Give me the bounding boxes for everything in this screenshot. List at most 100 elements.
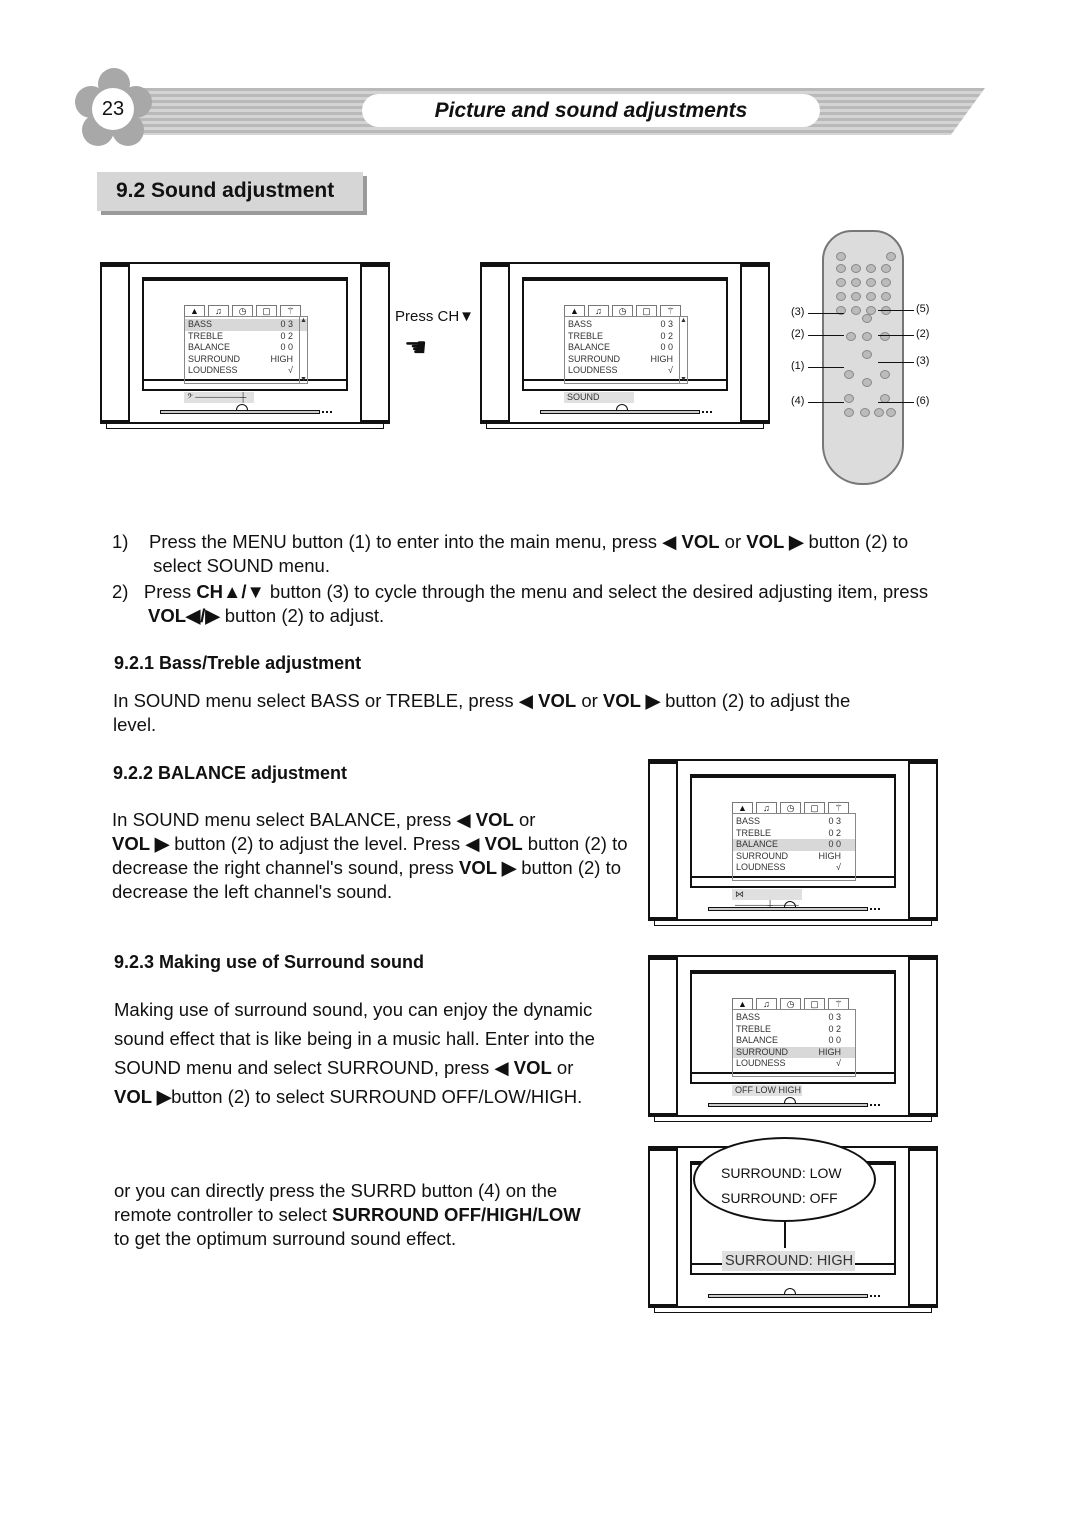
menu-row: BALANCE 0 0 [185,342,307,354]
menu-row-label: BASS [188,319,213,329]
remote-control-image [822,230,904,485]
remote-callout-label: (3) [791,306,805,318]
tv-frame-part [784,901,796,908]
bold-text: VOL◀/▶ [147,605,220,626]
remote-button [836,264,846,273]
tv-surround-popup: SURROUND: LOW SURROUND: OFF SURROUND: HIGH [648,1137,938,1314]
menu-row-label: BALANCE [736,839,779,850]
text-segment: Making use of surround sound, you can en… [114,999,593,1020]
balance-heading: 9.2.2 BALANCE adjustment [113,763,348,783]
text-segment: sound effect that is like being in a mus… [114,1028,595,1049]
menu-row-label: BASS [736,1012,761,1022]
menu-row-label: BASS [568,319,593,329]
tv-frame-part: ▲ ♫ ◷ ▢ ⚚ BASS 0 3 TREBLE 0 2 BALANCE 0 0 SURROUND H… [142,277,348,403]
remote-button [862,350,872,359]
menu-tabs: ▲ ♫ ◷ ▢ ⚚ [564,305,681,316]
remote-callout-label: (1) [791,360,805,372]
tv-frame-part [784,1288,796,1295]
menu-row: BALANCE 0 0 [565,342,687,354]
remote-button [862,332,872,341]
text-segment: decrease the left channel's sound. [112,881,393,902]
menu-row-value: 0 2 [828,1023,841,1034]
menu-tab-icon: ♫ [208,305,229,316]
text-segment: 2) Press [112,581,197,602]
bold-text: VOL ▶ [459,857,517,878]
text-segment: button (2) to [803,531,909,552]
menu-row: SURROUND HIGH [733,1046,855,1059]
remote-button [862,314,872,323]
bass-line: level. [113,713,156,737]
menu-row: TREBLE 0 2 [185,331,307,343]
callout-line [808,402,844,403]
menu-row-value: HIGH [818,1046,842,1057]
tv-frame-part [870,908,880,911]
bass-line: In SOUND menu select BASS or TREBLE, pre… [113,689,850,713]
bold-text: VOL [484,833,523,854]
tv-frame-part [654,1117,932,1122]
remote-button [881,278,891,287]
balance-line: VOL ▶ button (2) to adjust the level. Pr… [112,832,628,856]
text-segment: In SOUND menu select BALANCE, press ◀ [112,809,476,830]
text-segment: In SOUND menu select BASS or TREBLE, pre… [113,690,539,711]
bold-text: VOL [538,690,577,711]
menu-row: BASS 0 3 [733,1012,855,1024]
text-segment: or you can directly press the SURRD butt… [114,1180,558,1201]
menu-row: BALANCE 0 0 [733,839,855,851]
bass-heading: 9.2.1 Bass/Treble adjustment [114,653,362,673]
menu-row-value: 0 3 [660,319,673,329]
menu-row-label: LOUDNESS [188,365,238,376]
tv-frame-part [654,1308,932,1313]
remote-button [881,292,891,301]
pointing-hand-icon: ☚ [404,332,428,362]
menu-tabs: ▲ ♫ ◷ ▢ ⚚ [732,998,849,1009]
menu-tab-icon: ▲ [564,305,585,316]
remote-button [886,252,896,261]
text-segment: button (2) to [522,833,628,854]
text-segment: button (2) to adjust. [219,605,385,626]
tv-frame-part [908,957,938,1115]
remote-callout-label: (2) [916,328,930,340]
text-segment: button (2) to adjust the [660,690,851,711]
remote-button [860,408,870,417]
tv-frame-part [236,404,248,411]
menu-tab-icon: ▢ [636,305,657,316]
menu-tab-icon: ▲ [184,305,205,316]
tv-frame-part [870,1104,880,1107]
text-segment: remote controller to select [114,1204,332,1225]
remote-button [866,264,876,273]
callout-line [878,402,914,403]
tv-surround-menu: ▲ ♫ ◷ ▢ ⚚ BASS 0 3 TREBLE 0 2 BALANCE 0 0 SURROUND H… [648,955,938,1123]
menu-row: TREBLE 0 2 [733,1024,855,1036]
bold-text: VOL [475,809,514,830]
surround-line: VOL ▶button (2) to select SURROUND OFF/L… [114,1085,582,1109]
menu-tab-icon: ♫ [756,998,777,1009]
surround-line: to get the optimum surround sound effect… [114,1227,456,1251]
callout-line [808,367,844,368]
menu-tab-icon: ▢ [256,305,277,316]
menu-row-label: SURROUND [568,353,621,364]
sound-menu: BASS 0 3 TREBLE 0 2 BALANCE 0 0 SURROUND HIGH LO… [732,813,856,881]
surround-options-bubble: SURROUND: LOW SURROUND: OFF [693,1137,876,1222]
menu-row-value: 0 2 [828,827,841,838]
menu-status-bar: 𝄢 ───────┼ [184,392,254,403]
surround-current: SURROUND: HIGH [722,1251,855,1271]
menu-row: LOUDNESS √ [733,1058,855,1070]
bold-text: SURROUND OFF/HIGH/LOW [331,1204,581,1225]
remote-button [851,264,861,273]
tv-balance-menu: ▲ ♫ ◷ ▢ ⚚ BASS 0 3 TREBLE 0 2 BALANCE 0 0 SURROUND H… [648,759,938,927]
remote-button [886,408,896,417]
surround-option: SURROUND: LOW [721,1165,842,1181]
remote-button [836,278,846,287]
menu-row-label: TREBLE [188,330,224,341]
tv-frame-part [322,411,332,414]
remote-button [851,306,861,315]
menu-tab-icon: ⚚ [660,305,681,316]
remote-button [880,332,890,341]
tv-frame-part [648,957,678,1115]
sound-menu: BASS 0 3 TREBLE 0 2 BALANCE 0 0 SURROUND HIGH LO… [732,1009,856,1077]
menu-row: BASS 0 3 [565,319,687,331]
remote-button [836,252,846,261]
menu-tab-icon: ▲ [732,998,753,1009]
text-segment: level. [113,714,157,735]
menu-row-label: BALANCE [736,1035,779,1046]
